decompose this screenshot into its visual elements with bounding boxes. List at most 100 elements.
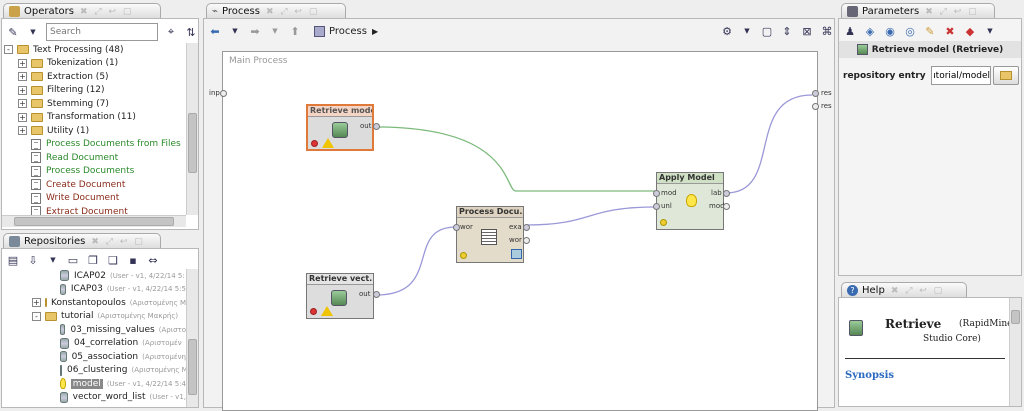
tab-controls[interactable]: ✖ ⤢ ↩ ▢ [925,7,978,17]
remove-icon[interactable]: ✖ [943,24,957,38]
tab-controls[interactable]: ✖ ⤢ ↩ ▢ [80,7,133,17]
repository-folder[interactable]: + Konstantopoulos (Αριστομένης Μ [32,296,186,309]
repository-entry[interactable]: model (User - v1, 4/22/14 5:4 [60,377,186,390]
process-docs-wor-port[interactable] [523,237,530,244]
chevron-down-icon[interactable]: ▼ [983,24,997,38]
tab-repositories[interactable]: Repositories ✖ ⤢ ↩ ▢ [3,233,161,249]
scroll-thumb[interactable] [188,339,197,395]
repository-entry[interactable]: 04_correlation (Αριστομέν [60,337,182,350]
operator-item[interactable]: Create Document [18,178,125,191]
filter-icon[interactable]: ⌖ [164,25,178,39]
repository-entry[interactable]: 06_clustering (Αριστομένης Μ [60,364,186,377]
operator-retrieve-vector[interactable]: Retrieve vect... out [306,273,374,319]
repository-entry[interactable]: 05_association (Αριστομένη [60,350,186,363]
tab-parameters[interactable]: Parameters ✖ ⤢ ↩ ▢ [841,3,995,19]
connection-wordlist[interactable] [375,226,457,296]
open-folder-icon[interactable]: ▭ [66,253,80,267]
repository-item-label: model [70,378,103,389]
connection-model[interactable] [375,126,656,192]
apply-model-mod-out-port[interactable] [723,203,730,210]
retrieve-vector-out-port[interactable] [373,291,380,298]
tab-controls[interactable]: ✖ ⤢ ↩ ▢ [91,237,144,247]
tree-item-label: Stemming (7) [47,98,109,109]
user-icon[interactable]: ♟ [843,24,857,38]
tree-folder[interactable]: + Extraction (5) [18,70,109,83]
tab-controls[interactable]: ✖ ⤢ ↩ ▢ [891,286,944,296]
apply-model-lab-port[interactable] [723,190,730,197]
repositories-scrollbar[interactable] [186,269,198,407]
search-input[interactable] [46,23,158,41]
sort-icon[interactable]: ⇅ [184,25,198,39]
apply-model-mod-in-port[interactable] [653,190,660,197]
settings-icon[interactable]: ◎ [903,24,917,38]
retrieve-model-out-port[interactable] [373,123,380,130]
expand-toggle-icon[interactable]: + [18,72,27,81]
tree-folder[interactable]: + Stemming (7) [18,97,109,110]
delete-icon[interactable]: ▪ [126,253,140,267]
operator-process-documents[interactable]: Process Docu... wor exa wor [456,206,524,263]
tree-item-label: Filtering (12) [47,85,105,95]
operator-item[interactable]: Read Document [18,151,118,164]
browse-button[interactable] [993,66,1019,85]
tree-folder[interactable]: + Utility (1) [18,124,89,137]
operator-retrieve-model[interactable]: Retrieve model out [306,104,374,151]
tree-item-label: Read Document [46,152,119,163]
tab-help[interactable]: ? Help ✖ ⤢ ↩ ▢ [841,282,967,298]
subprocess-icon[interactable] [511,249,522,259]
paste-icon[interactable]: ❏ [106,253,120,267]
operator-item[interactable]: Process Documents from Files [18,138,181,151]
refresh-icon[interactable]: ⇔ [146,253,160,267]
document-icon [481,229,497,245]
apply-model-unl-port[interactable] [653,203,660,210]
repository-item-label: 05_association [71,351,139,362]
tree-folder[interactable]: + Filtering (12) [18,84,105,97]
help-scrollbar[interactable] [1009,298,1021,406]
expand-toggle-icon[interactable]: - [4,45,13,54]
repository-entry-field[interactable] [931,66,991,85]
expand-toggle-icon[interactable]: + [32,298,41,307]
repository-entry[interactable]: ICAP03 (User - v1, 4/22/14 5:5 [60,283,186,296]
tree-folder[interactable]: + Transformation (11) [18,111,136,124]
import-icon[interactable]: ⇩ [26,253,40,267]
expand-toggle-icon[interactable]: + [18,85,27,95]
chevron-down-icon[interactable]: ▼ [26,25,40,39]
repository-item-label: 03_missing_values [70,324,155,335]
tree-folder[interactable]: - Text Processing (48) [4,43,123,56]
tree-item-label: Create Document [46,179,126,190]
tree-folder[interactable]: + Tokenization (1) [18,57,118,70]
expert-mode-icon[interactable]: ◈ [863,24,877,38]
repository-entry[interactable]: 03_missing_values (Αριστο [60,323,186,336]
folder-icon [31,99,43,108]
expand-toggle-icon[interactable]: + [18,58,27,68]
tab-operators[interactable]: Operators ✖ ⤢ ↩ ▢ [3,3,161,19]
expand-toggle-icon[interactable]: - [32,311,41,321]
repository-entry[interactable]: ICAP02 (User - v1, 4/22/14 5: [60,269,185,282]
process-docs-exa-port[interactable] [523,224,530,231]
operator-item[interactable]: Write Document [18,192,119,205]
scroll-thumb[interactable] [1011,310,1020,324]
connection-example[interactable] [525,206,657,226]
operators-hscrollbar[interactable] [2,215,186,227]
wand-icon[interactable]: ✎ [6,25,20,39]
expand-toggle-icon[interactable]: + [18,126,27,135]
repository-entry[interactable]: vector_word_list (User - v1, [60,391,186,404]
connection-labeled[interactable] [725,94,813,194]
operator-apply-model[interactable]: Apply Model mod unl lab mod [656,172,725,230]
copy-icon[interactable]: ❐ [86,253,100,267]
process-docs-in-port[interactable] [453,224,460,231]
operator-item[interactable]: Process Documents [18,165,134,178]
tab-controls[interactable]: ✖ ⤢ ↩ ▢ [266,7,319,17]
edit-icon[interactable]: ✎ [923,24,937,38]
database-icon [331,290,347,306]
database-icon[interactable]: ▤ [6,253,20,267]
breakpoint-icon[interactable]: ◆ [963,24,977,38]
expand-toggle-icon[interactable]: + [18,99,27,108]
operators-scrollbar[interactable] [186,43,198,215]
chevron-down-icon[interactable]: ▼ [46,253,60,267]
scroll-thumb[interactable] [188,113,197,173]
tab-process[interactable]: ⌁ Process ✖ ⤢ ↩ ▢ [206,3,346,19]
info-icon[interactable]: ◉ [883,24,897,38]
repository-folder[interactable]: - tutorial (Αριστομένης Μακρής) [32,310,178,323]
port-label: out [360,122,372,130]
expand-toggle-icon[interactable]: + [18,112,27,122]
